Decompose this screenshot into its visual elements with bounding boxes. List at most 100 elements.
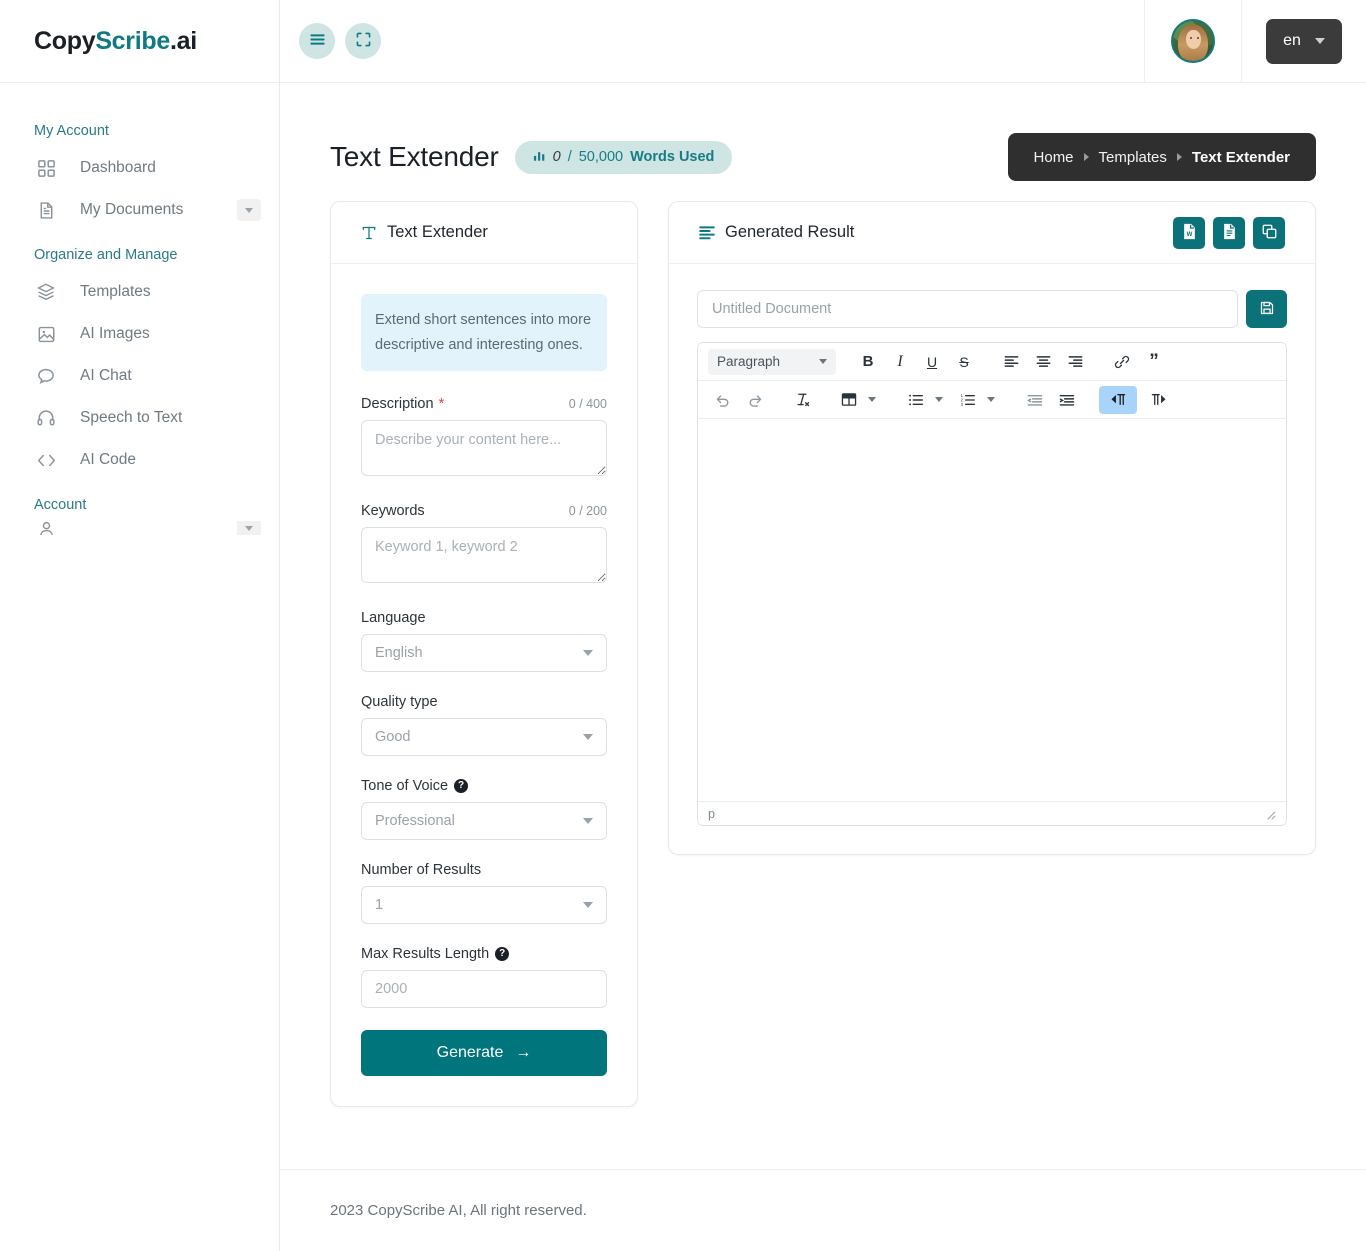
keywords-field: Keywords 0 / 200 (361, 503, 607, 588)
generate-button[interactable]: Generate → (361, 1030, 607, 1077)
insert-link-button[interactable] (1107, 348, 1137, 376)
breadcrumb: Home Templates Text Extender (1007, 133, 1316, 181)
help-icon[interactable]: ? (495, 947, 510, 962)
description-label-row: Description * 0 / 400 (361, 395, 607, 412)
block-format-select[interactable]: Paragraph (708, 348, 836, 375)
editor-content-area[interactable] (698, 419, 1286, 801)
breadcrumb-item-home[interactable]: Home (1034, 149, 1074, 166)
sidebar-item-label: Speech to Text (80, 409, 183, 426)
typography-t-icon (361, 225, 377, 241)
max-results-length-input[interactable] (361, 970, 607, 1009)
quality-type-select[interactable]: Good (361, 718, 607, 757)
sidebar-item-label: AI Code (80, 451, 137, 468)
fullscreen-button[interactable] (345, 23, 381, 59)
chevron-down-icon[interactable] (987, 397, 995, 402)
outdent-button[interactable] (1020, 386, 1050, 414)
copy-button[interactable] (1253, 216, 1285, 249)
content-area: Text Extender 0 / 50,000 Words Used Home (280, 83, 1366, 1169)
hamburger-icon (309, 31, 326, 51)
chevron-down-icon[interactable] (935, 397, 943, 402)
undo-button[interactable] (708, 386, 738, 414)
sidebar-section-my-account: My Account (34, 123, 109, 139)
sidebar-item-my-documents[interactable]: My Documents (0, 189, 279, 231)
strikethrough-button[interactable]: S (949, 348, 979, 376)
help-icon[interactable]: ? (454, 779, 469, 794)
chevron-down-icon[interactable] (237, 199, 261, 221)
code-icon (34, 448, 58, 472)
chevron-down-icon[interactable] (868, 397, 876, 402)
max-length-label-row: Max Results Length ? (361, 946, 607, 962)
tone-of-voice-select[interactable]: Professional (361, 802, 607, 841)
redo-button[interactable] (740, 386, 770, 414)
brand-logo[interactable]: CopyScribe.ai (0, 0, 279, 83)
align-right-button[interactable] (1060, 348, 1090, 376)
template-hint: Extend short sentences into more descrip… (361, 294, 607, 372)
brand-part-copy: Copy (34, 26, 96, 55)
form-body: Extend short sentences into more descrip… (331, 264, 637, 1106)
indent-button[interactable] (1052, 386, 1082, 414)
quality-type-field: Quality type Good (361, 694, 607, 757)
sidebar-item-dashboard[interactable]: Dashboard (0, 147, 279, 189)
editor-toolbar-row-2: 1 2 3 (698, 381, 1286, 419)
brand-part-ai: .ai (169, 26, 197, 55)
language-select[interactable]: English (361, 634, 607, 673)
chevron-right-icon (1083, 153, 1089, 161)
export-word-button[interactable]: W (1173, 216, 1205, 249)
blockquote-button[interactable]: ” (1139, 348, 1169, 376)
export-doc-button[interactable] (1213, 216, 1245, 249)
sidebar-item-speech-to-text[interactable]: Speech to Text (0, 397, 279, 439)
align-center-button[interactable] (1028, 348, 1058, 376)
document-name-input[interactable] (697, 290, 1238, 328)
max-results-length-label: Max Results Length (361, 946, 490, 963)
keywords-input[interactable] (361, 527, 607, 584)
language-selected-value: English (375, 645, 423, 662)
quality-selected-value: Good (375, 729, 411, 746)
fullscreen-icon (355, 31, 372, 51)
bullet-list-button[interactable] (901, 386, 931, 414)
numbered-list-button[interactable]: 1 2 3 (953, 386, 983, 414)
file-word-icon: W (1181, 223, 1198, 243)
underline-button[interactable]: U (917, 348, 947, 376)
ltr-direction-button[interactable] (1099, 385, 1137, 414)
required-asterisk: * (438, 395, 445, 413)
save-document-button[interactable] (1246, 290, 1287, 328)
image-icon (34, 322, 58, 346)
tone-select-wrap: Professional (361, 802, 607, 841)
sidebar-item-templates[interactable]: Templates (0, 271, 279, 313)
keywords-label-row: Keywords 0 / 200 (361, 503, 607, 519)
italic-button[interactable]: I (885, 348, 915, 376)
editor-resize-handle[interactable] (1264, 808, 1276, 820)
align-left-button[interactable] (996, 348, 1026, 376)
description-label: Description (361, 395, 434, 412)
language-label-row: Language (361, 610, 607, 626)
sidebar-item-ai-images[interactable]: AI Images (0, 313, 279, 355)
avatar[interactable] (1171, 19, 1215, 63)
insert-table-button[interactable] (834, 386, 864, 414)
clear-formatting-button[interactable] (787, 386, 817, 414)
sidebar-item-ai-code[interactable]: AI Code (0, 439, 279, 481)
description-input[interactable] (361, 420, 607, 477)
max-results-length-field: Max Results Length ? (361, 946, 607, 1009)
language-select-wrap: English (361, 634, 607, 673)
keywords-counter: 0 / 200 (568, 504, 607, 519)
user-icon (34, 521, 58, 535)
number-of-results-select[interactable]: 1 (361, 886, 607, 925)
sidebar-item-ai-chat[interactable]: AI Chat (0, 355, 279, 397)
sidebar-item-account-clipped[interactable] (0, 521, 279, 535)
bold-button[interactable]: B (853, 348, 883, 376)
user-menu[interactable] (1144, 0, 1242, 83)
tone-of-voice-field: Tone of Voice ? Professional (361, 778, 607, 841)
quality-type-label: Quality type (361, 694, 438, 711)
language-dropdown[interactable]: en (1266, 18, 1342, 64)
sidebar-item-label: AI Images (80, 325, 150, 342)
chevron-down-icon (819, 359, 827, 364)
chevron-down-icon[interactable] (237, 521, 261, 535)
sidebar-item-label: AI Chat (80, 367, 132, 384)
breadcrumb-item-templates[interactable]: Templates (1099, 149, 1167, 166)
description-field: Description * 0 / 400 (361, 395, 607, 481)
tone-label-row: Tone of Voice ? (361, 778, 607, 794)
quality-type-label-row: Quality type (361, 694, 607, 710)
keywords-label: Keywords (361, 503, 425, 520)
rtl-direction-button[interactable] (1139, 386, 1177, 414)
sidebar-toggle-button[interactable] (299, 23, 335, 59)
